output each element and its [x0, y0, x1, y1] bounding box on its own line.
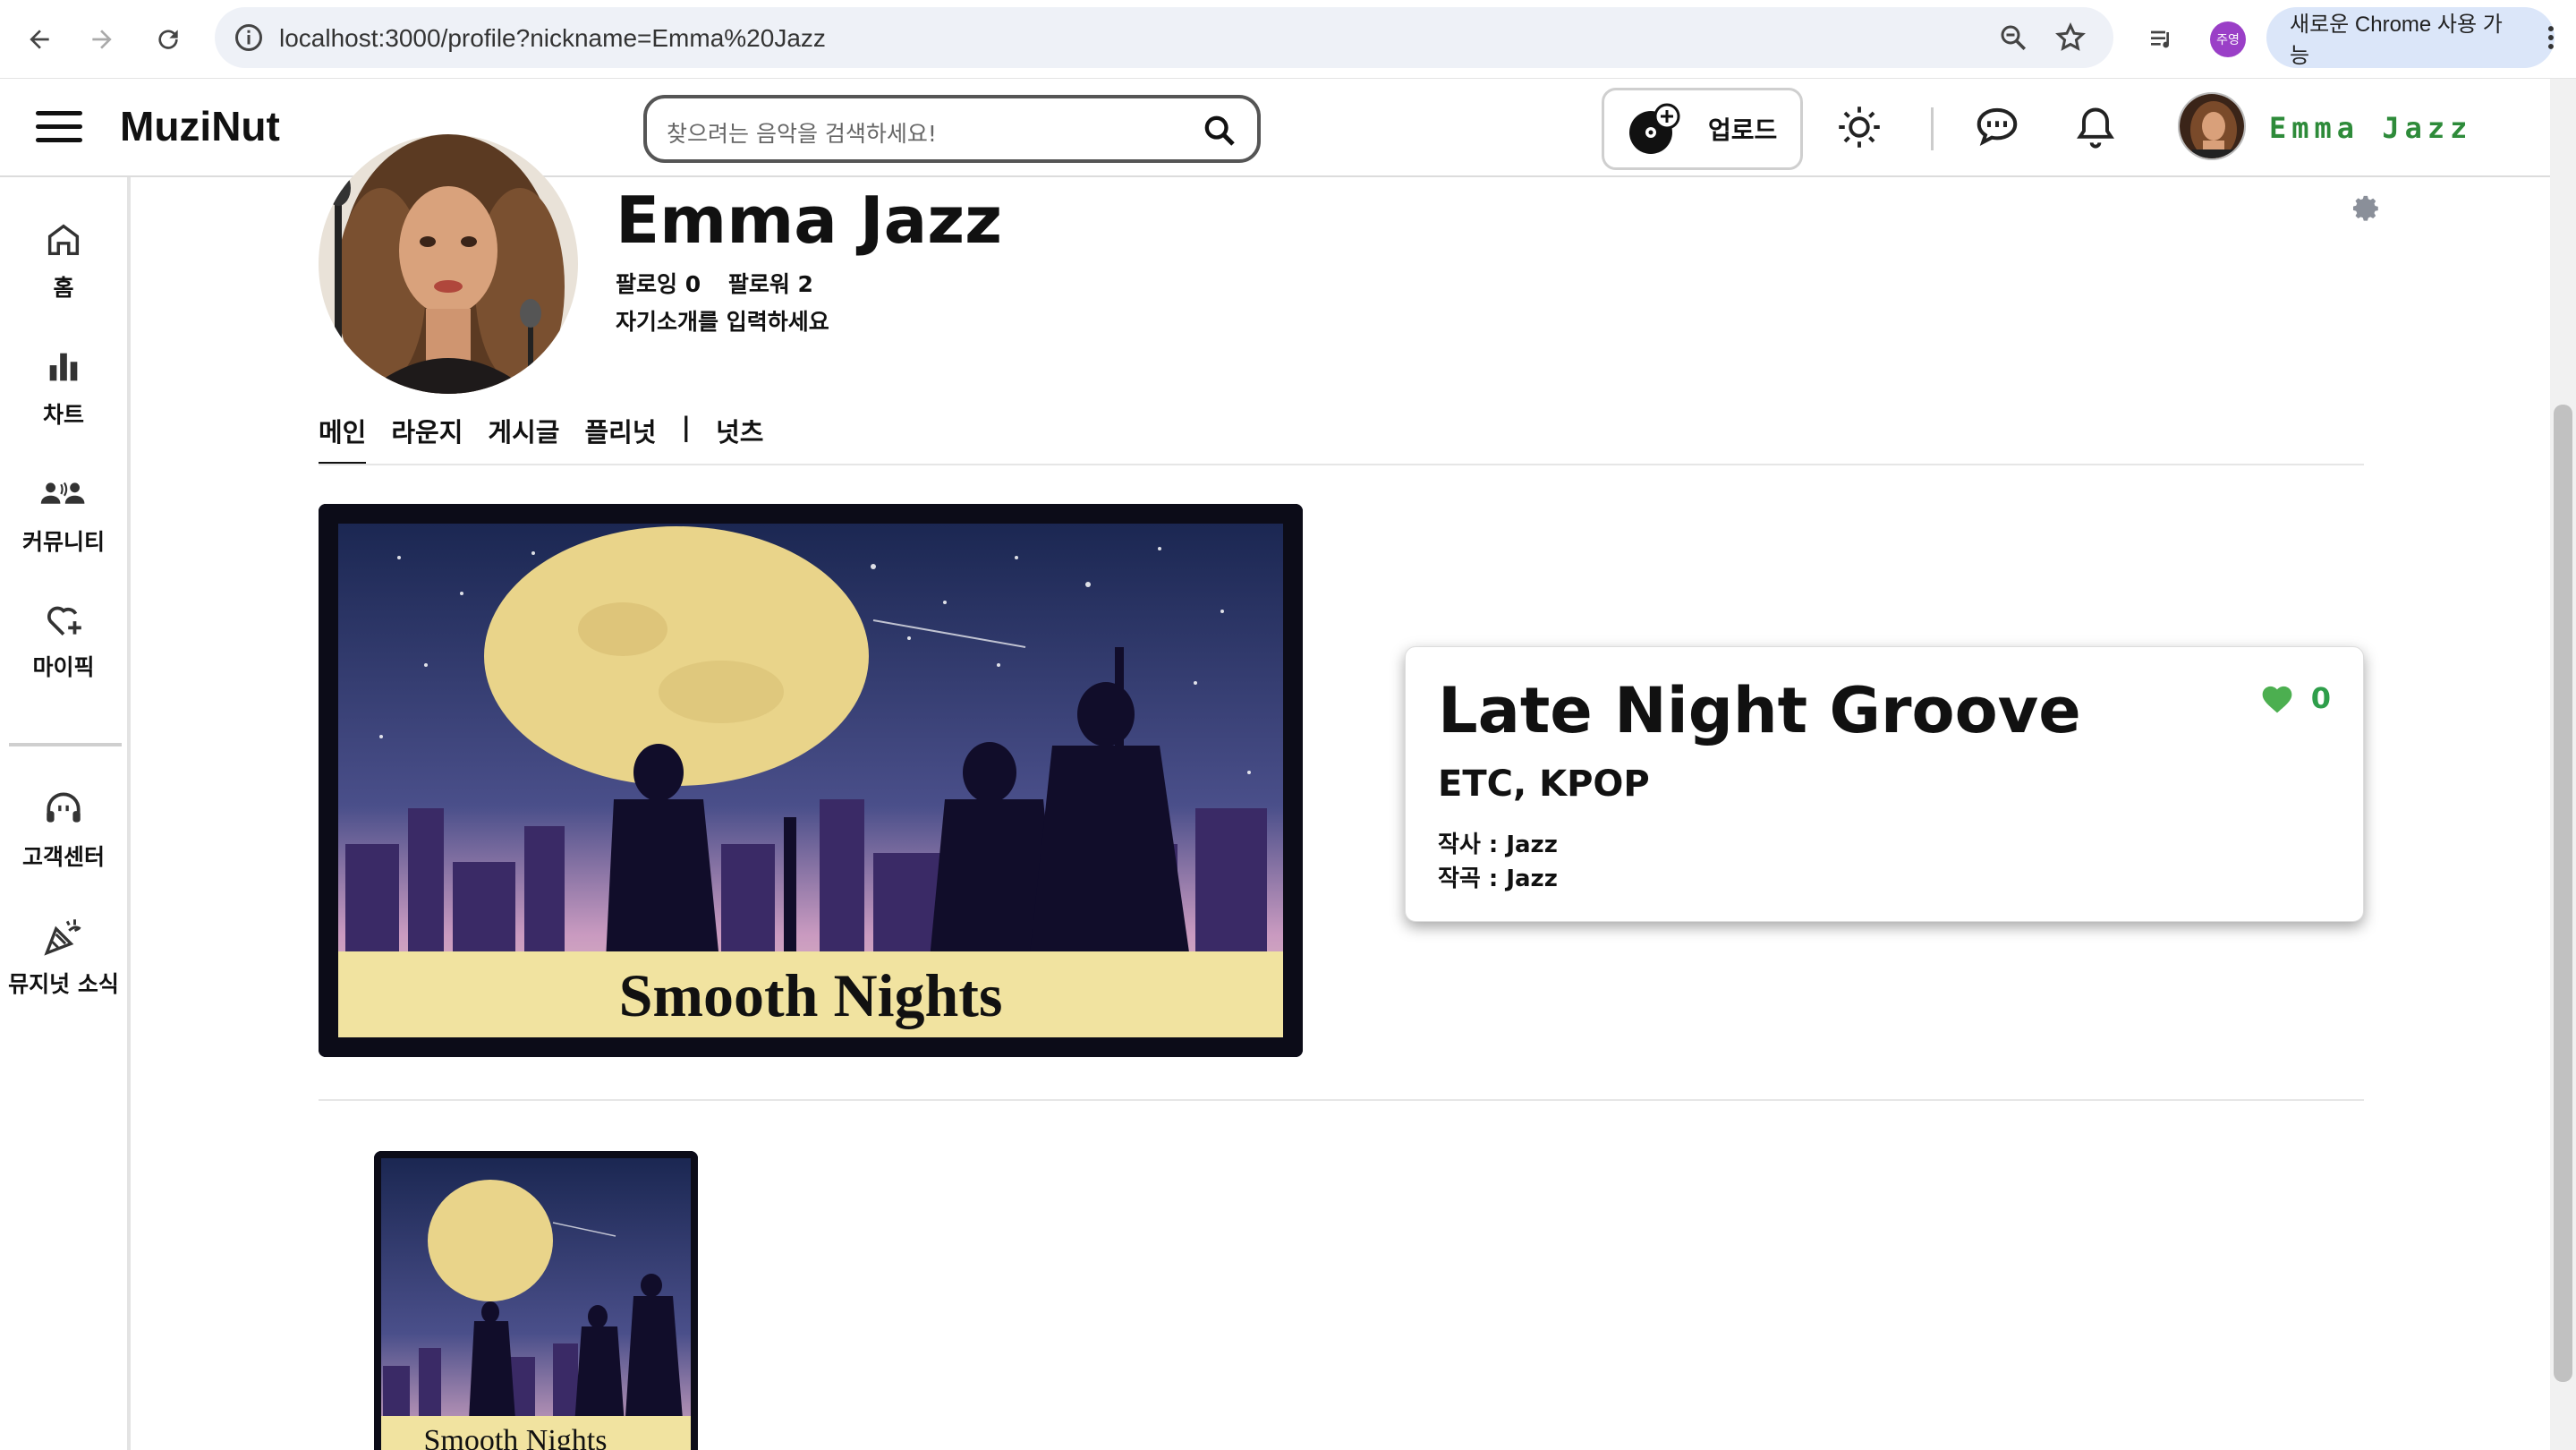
avatar-portrait	[2180, 94, 2244, 158]
kebab-menu-icon	[2548, 26, 2555, 49]
reload-icon	[158, 30, 178, 49]
url-text[interactable]: localhost:3000/profile?nickname=Emma%20J…	[279, 24, 826, 53]
browser-profile-avatar[interactable]: 주영	[2210, 21, 2246, 57]
follower-count[interactable]: 팔로워 2	[728, 271, 813, 297]
notification-button[interactable]	[2069, 100, 2122, 154]
song-title[interactable]: Late Night Groove	[1438, 674, 2081, 747]
tab-main[interactable]: 메인	[319, 412, 367, 465]
profile-name: Emma Jazz	[616, 183, 1003, 258]
song-genre: ETC, KPOP	[1438, 763, 1650, 805]
sidebar-item-support[interactable]: 고객센터	[0, 784, 127, 872]
search-placeholder: 찾으려는 음악을 검색하세요!	[667, 121, 937, 147]
search-input[interactable]: 찾으려는 음악을 검색하세요!	[643, 95, 1261, 163]
gear-icon	[2352, 195, 2378, 221]
chart-icon	[49, 353, 78, 381]
sidebar-item-home[interactable]: 홈	[0, 215, 127, 303]
sidebar-item-label: 고객센터	[21, 844, 105, 870]
tab-nuts[interactable]: 넛츠	[716, 412, 763, 465]
sidebar-item-label: 커뮤니티	[21, 529, 105, 555]
arrow-right-icon	[92, 30, 112, 49]
song-lyricist: 작사 : Jazz	[1438, 832, 1558, 858]
like-control[interactable]: 0	[2259, 681, 2331, 715]
sidebar-item-news[interactable]: 뮤지넛 소식	[0, 911, 127, 999]
sun-icon	[1839, 107, 1880, 148]
zoom-icon[interactable]	[1997, 21, 2029, 54]
home-icon	[47, 224, 80, 256]
upload-disc-icon	[1629, 103, 1680, 154]
album-cover-thumbnail[interactable]: Smooth Nights	[374, 1151, 698, 1450]
sidebar-item-label: 뮤지넛 소식	[8, 971, 119, 997]
tab-posts[interactable]: 게시글	[488, 412, 559, 465]
theme-toggle[interactable]	[1832, 100, 1886, 154]
star-icon[interactable]	[2054, 21, 2087, 54]
user-avatar[interactable]	[2178, 92, 2246, 160]
bell-icon	[2077, 107, 2114, 149]
headset-icon	[47, 792, 81, 823]
section-divider	[319, 1099, 2364, 1101]
sidebar-divider	[9, 743, 122, 746]
browser-toolbar: localhost:3000/profile?nickname=Emma%20J…	[0, 0, 2576, 79]
profile-bio: 자기소개를 입력하세요	[616, 309, 829, 335]
settings-button[interactable]	[2351, 193, 2382, 227]
sidebar-item-chart[interactable]: 차트	[0, 342, 127, 430]
sidebar-item-mypick[interactable]: 마이픽	[0, 594, 127, 682]
header-divider	[1931, 107, 1934, 150]
upload-button[interactable]: 업로드	[1602, 88, 1803, 170]
profile-avatar[interactable]	[319, 134, 578, 394]
album-artwork-thumb: Smooth Nights	[374, 1151, 698, 1450]
tab-playlist[interactable]: 플리넛	[584, 412, 656, 465]
chat-button[interactable]	[1970, 100, 2024, 154]
header-username[interactable]: Emma Jazz	[2269, 111, 2472, 145]
search-icon[interactable]	[1202, 113, 1237, 149]
heart-plus-icon	[47, 606, 81, 635]
profile-portrait	[319, 134, 578, 394]
app-logo[interactable]: MuziNut	[120, 102, 280, 150]
sidebar-item-community[interactable]: 커뮤니티	[0, 469, 127, 557]
playlist-icon	[2151, 30, 2169, 48]
album-thumb-title: Smooth Nights	[424, 1424, 608, 1450]
address-bar[interactable]: localhost:3000/profile?nickname=Emma%20J…	[215, 7, 2113, 68]
album-cover-title: Smooth Nights	[619, 961, 1003, 1029]
sidebar-item-label: 차트	[42, 402, 84, 428]
following-count[interactable]: 팔로잉 0	[616, 271, 701, 297]
menu-icon[interactable]	[36, 111, 82, 145]
page-scrollbar[interactable]	[2550, 79, 2576, 1450]
like-count: 0	[2310, 681, 2331, 715]
sidebar-item-label: 홈	[53, 275, 74, 301]
upload-label: 업로드	[1708, 115, 1778, 145]
song-composer: 작곡 : Jazz	[1438, 866, 1558, 892]
forward-button[interactable]	[79, 16, 125, 63]
tab-separator: |	[681, 412, 692, 442]
chat-icon	[1977, 107, 2018, 147]
sidebar-item-label: 마이픽	[32, 654, 95, 680]
info-icon[interactable]	[233, 21, 265, 54]
chrome-update-button[interactable]: 새로운 Chrome 사용 가능	[2266, 7, 2555, 68]
media-control-button[interactable]	[2138, 16, 2185, 63]
song-info-card[interactable]: Late Night Groove ETC, KPOP 작사 : Jazz 작곡…	[1405, 646, 2364, 922]
arrow-left-icon	[30, 30, 49, 49]
sidebar: 홈 차트 커뮤니티 마이픽 고객센터 뮤지넛 소식	[0, 177, 131, 1450]
chrome-update-label: 새로운 Chrome 사용 가능	[2290, 13, 2503, 68]
album-artwork: Smooth Nights	[319, 504, 1303, 1057]
tab-lounge[interactable]: 라운지	[391, 412, 463, 465]
heart-icon	[2262, 686, 2292, 713]
community-icon	[40, 482, 85, 504]
reload-button[interactable]	[145, 16, 191, 63]
album-cover-large[interactable]: Smooth Nights	[319, 504, 1303, 1057]
scrollbar-thumb[interactable]	[2554, 405, 2572, 1382]
profile-tabs: 메인 라운지 게시글 플리넛 | 넛츠	[319, 412, 763, 465]
follow-stats: 팔로잉 0 팔로워 2	[616, 267, 833, 299]
back-button[interactable]	[16, 16, 63, 63]
tabs-divider	[319, 464, 2364, 465]
party-icon	[44, 919, 81, 956]
